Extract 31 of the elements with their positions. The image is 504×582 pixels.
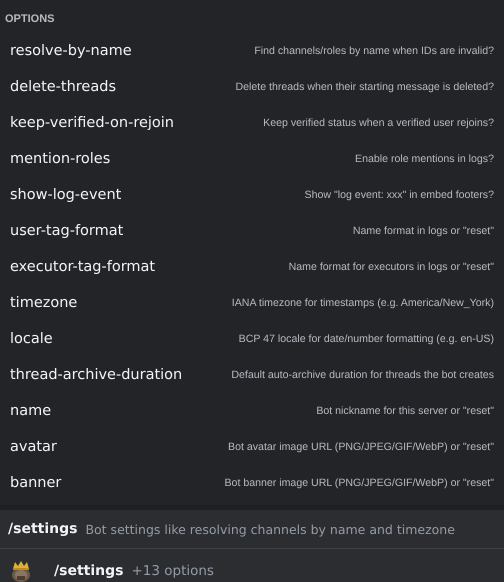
command-name[interactable]: /settings [54, 563, 124, 579]
option-description: BCP 47 locale for date/number formatting (e.g. en-US) [238, 333, 494, 345]
option-name[interactable]: user-tag-format [10, 223, 124, 239]
option-description: Bot banner image URL (PNG/JPEG/GIF/WebP) or "reset" [224, 477, 494, 489]
option-description: Name format for executors in logs or "reset" [288, 261, 494, 273]
option-name[interactable]: executor-tag-format [10, 259, 156, 275]
option-name[interactable]: timezone [10, 295, 78, 311]
option-description: Find channels/roles by name when IDs are invalid? [254, 45, 494, 57]
option-name[interactable]: mention-roles [10, 151, 110, 167]
option-name[interactable]: resolve-by-name [10, 43, 132, 59]
option-name[interactable]: thread-archive-duration [10, 367, 182, 383]
option-name[interactable]: avatar [10, 439, 57, 455]
option-description: Bot avatar image URL (PNG/JPEG/GIF/WebP) or "reset" [228, 441, 494, 453]
options-heading: OPTIONS [4, 12, 56, 27]
option-description: IANA timezone for timestamps (e.g. America/New_York) [232, 297, 494, 309]
option-name[interactable]: delete-threads [10, 79, 116, 95]
option-name[interactable]: show-log-event [10, 187, 122, 203]
option-name[interactable]: locale [10, 331, 53, 347]
option-name[interactable]: name [10, 403, 52, 419]
command-description: Bot settings like resolving channels by name and timezone [85, 522, 455, 536]
option-description: Name format in logs or "reset" [352, 225, 494, 237]
option-description: Enable role mentions in logs? [355, 153, 494, 165]
options-count: +13 options [131, 563, 214, 579]
option-description: Keep verified status when a verified user rejoins? [263, 117, 494, 129]
option-description: Bot nickname for this server or "reset" [316, 405, 494, 417]
option-name[interactable]: keep-verified-on-rejoin [10, 115, 174, 131]
option-description: Delete threads when their starting message is deleted? [235, 81, 494, 93]
option-description: Show "log event: xxx" in embed footers? [304, 189, 494, 201]
command-name: /settings [8, 521, 78, 537]
option-name[interactable]: banner [10, 475, 62, 491]
option-description: Default auto-archive duration for threads the bot creates [231, 369, 494, 381]
